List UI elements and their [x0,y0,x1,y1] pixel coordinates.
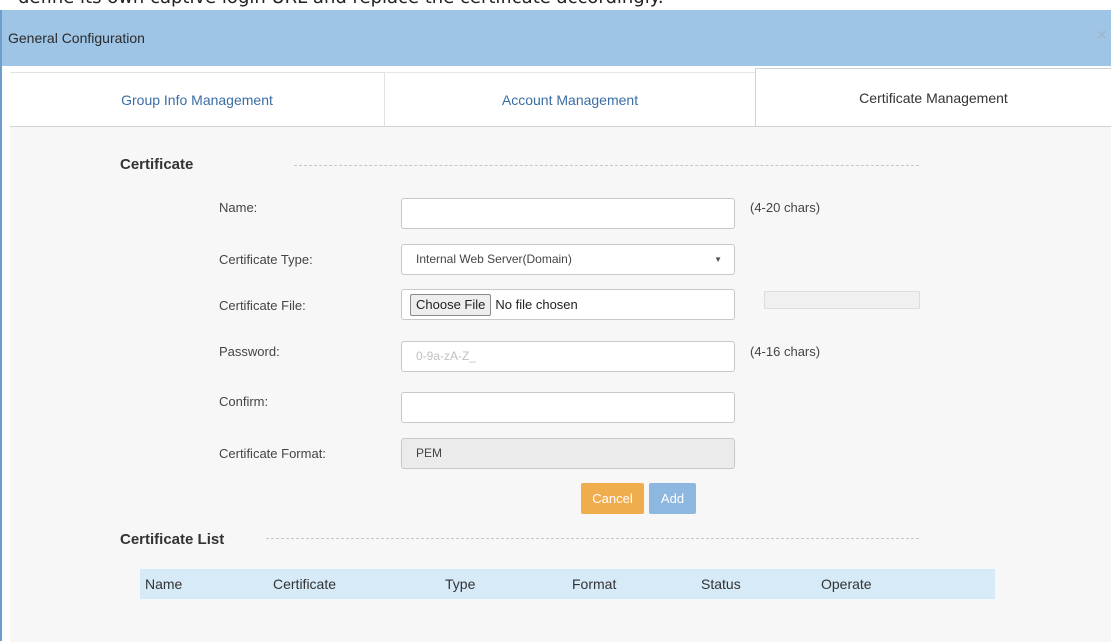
certificate-format-field: PEM [401,438,735,469]
column-header-status: Status [701,576,741,592]
certificate-type-label: Certificate Type: [219,252,313,267]
certificate-type-value: Internal Web Server(Domain) [416,252,572,266]
password-hint: (4-16 chars) [750,344,821,359]
dialog-title: General Configuration [8,30,145,46]
general-configuration-dialog: General Configuration × Group Info Manag… [0,10,1111,642]
name-label: Name: [219,200,258,215]
column-header-name: Name [145,576,183,592]
document-text: define its own captive login URL and rep… [18,0,664,8]
certificate-section-title: Certificate [120,156,194,173]
section-divider [266,538,919,539]
certificate-type-select[interactable]: Internal Web Server(Domain) ▼ [401,244,735,275]
close-icon[interactable]: × [1096,26,1107,44]
column-header-operate: Operate [821,576,872,592]
confirm-label: Confirm: [219,394,269,409]
certificate-file-input[interactable]: Choose File No file chosen [401,289,735,320]
certificate-file-label: Certificate File: [219,298,306,313]
name-input[interactable] [401,198,735,229]
column-header-format: Format [572,576,617,592]
confirm-input[interactable] [401,392,735,423]
column-header-certificate: Certificate [273,576,337,592]
certificate-list-section-title: Certificate List [120,531,225,548]
choose-file-button[interactable]: Choose File [410,294,492,316]
tab-group-info-management[interactable]: Group Info Management [10,72,385,126]
name-hint: (4-20 chars) [750,200,821,215]
cancel-button[interactable]: Cancel [581,483,644,514]
section-divider [294,165,919,166]
password-input[interactable]: 0-9a-zA-Z_ [401,341,735,372]
chevron-down-icon: ▼ [714,255,722,264]
tab-certificate-management[interactable]: Certificate Management [755,68,1111,126]
certificate-format-label: Certificate Format: [219,446,326,461]
tab-bar: Group Info Management Account Management… [2,66,1111,126]
certificate-list-table-header: Name Certificate Type Format Status Oper… [140,569,995,599]
file-status-text: No file chosen [495,297,578,312]
column-header-type: Type [445,576,476,592]
dialog-titlebar: General Configuration × [2,10,1111,66]
password-label: Password: [219,344,280,359]
add-button[interactable]: Add [649,483,696,514]
certificate-panel: Certificate Name: (4-20 chars) Certifica… [10,126,1111,642]
tab-account-management[interactable]: Account Management [385,72,755,126]
upload-progress-bar [764,291,920,309]
